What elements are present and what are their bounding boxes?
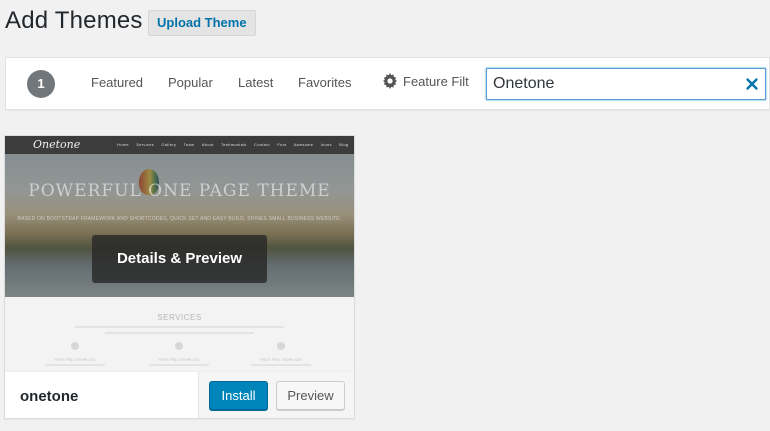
screenshot-menu: Home Services Gallery Team About Testimo…	[117, 142, 349, 147]
leaf-icon	[71, 342, 79, 350]
theme-count-badge: 1	[27, 70, 55, 98]
page-title: Add Themes	[5, 7, 143, 34]
screenshot-column-title: FREE PSD TEMPLATE	[260, 357, 302, 362]
preview-button[interactable]: Preview	[276, 381, 345, 410]
screenshot-column-title: FREE PSD TEMPLATE	[158, 357, 200, 362]
feature-filter-button[interactable]: Feature Filt	[382, 73, 472, 89]
screenshot-subheadline: BASED ON BOOTSTRAP FRAMEWORK AND SHORTCO…	[17, 216, 342, 222]
hourglass-icon	[175, 342, 183, 350]
theme-name: onetone	[20, 388, 79, 405]
close-icon[interactable]	[744, 76, 760, 92]
filter-link-popular[interactable]: Popular	[168, 75, 213, 90]
screenshot-logo: Onetone	[33, 138, 81, 151]
filter-link-latest[interactable]: Latest	[238, 75, 273, 90]
screenshot-text-line	[149, 364, 209, 366]
screenshot-text-line	[105, 332, 254, 334]
theme-card[interactable]: Onetone Home Services Gallery Team About…	[4, 135, 355, 419]
filter-bar: 1 Featured Popular Latest Favorites Feat…	[5, 57, 770, 110]
theme-actions: Install Preview	[198, 372, 354, 418]
screenshot-text-line	[45, 364, 105, 366]
filter-link-featured[interactable]: Featured	[91, 75, 143, 90]
install-button[interactable]: Install	[209, 381, 268, 410]
details-preview-button[interactable]: Details & Preview	[92, 235, 267, 283]
screenshot-text-line	[75, 326, 284, 328]
screenshot-services-title: SERVICES	[157, 313, 202, 322]
feature-filter-label: Feature Filt	[403, 74, 469, 89]
theme-card-footer: onetone Install Preview	[5, 371, 354, 418]
upload-theme-button[interactable]: Upload Theme	[148, 10, 256, 36]
screenshot-column-title: FREE PSD TEMPLATE	[54, 357, 96, 362]
gear-icon	[383, 73, 397, 89]
search-input[interactable]	[486, 68, 766, 100]
filter-link-favorites[interactable]: Favorites	[298, 75, 351, 90]
screenshot-text-line	[251, 364, 311, 366]
screenshot-navbar: Onetone Home Services Gallery Team About…	[5, 136, 354, 154]
bar-chart-icon	[277, 342, 285, 350]
screenshot-headline: POWERFUL ONE PAGE THEME	[28, 181, 331, 201]
